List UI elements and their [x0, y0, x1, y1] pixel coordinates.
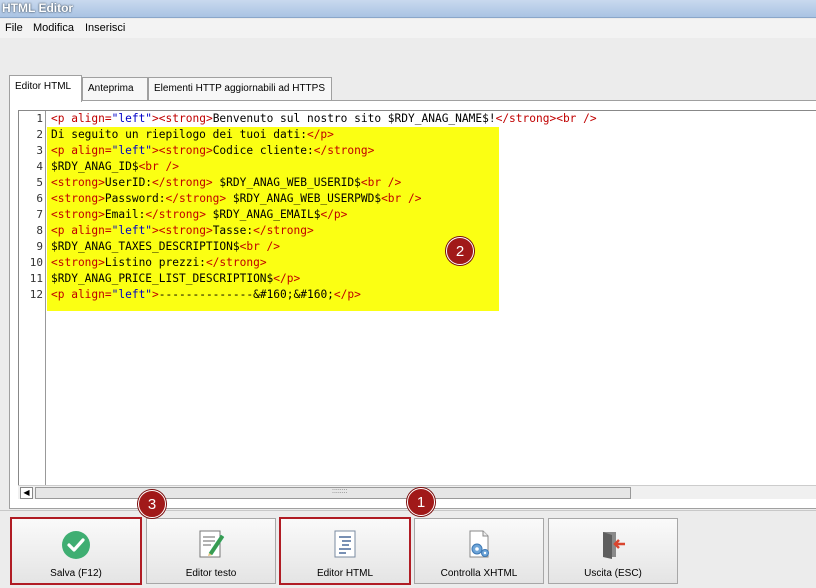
save-button-label: Salva (F12): [50, 568, 102, 579]
line-number: 1: [36, 112, 43, 125]
scrollbar-thumb[interactable]: ::::::::: [35, 487, 631, 499]
menu-inserisci[interactable]: Inserisci: [85, 22, 125, 34]
annotation-badge-3: 3: [138, 490, 166, 518]
document-gear-icon: [469, 530, 489, 558]
code-line[interactable]: $RDY_ANAG_ID$<br />: [51, 159, 179, 175]
line-number: 2: [36, 128, 43, 141]
line-number: 10: [29, 256, 43, 269]
annotation-badge-1: 1: [407, 488, 435, 516]
code-line[interactable]: <p align="left"><strong>Benvenuto sul no…: [51, 111, 597, 127]
exit-button[interactable]: Uscita (ESC): [548, 518, 678, 584]
line-number: 4: [36, 160, 43, 173]
menu-bar: File Modifica Inserisci: [0, 19, 816, 38]
annotation-badge-2: 2: [446, 237, 474, 265]
code-line[interactable]: <strong>UserID:</strong> $RDY_ANAG_WEB_U…: [51, 175, 401, 191]
save-button[interactable]: Salva (F12): [10, 517, 142, 585]
text-editor-button[interactable]: Editor testo: [146, 518, 276, 584]
code-editor[interactable]: 1 2 3 4 5 6 7 8 9 10 11 12 <p align="left"><strong>…: [18, 110, 816, 485]
scroll-left-arrow-icon[interactable]: ◀: [20, 487, 33, 499]
line-number: 12: [29, 288, 43, 301]
title-bar: HTML Editor: [0, 0, 816, 18]
code-line[interactable]: <strong>Listino prezzi:</strong>: [51, 255, 267, 271]
html-editor-icon: [334, 530, 356, 558]
code-line[interactable]: <p align="left"><strong>Codice cliente:<…: [51, 143, 374, 159]
menu-file[interactable]: File: [5, 22, 23, 34]
code-line[interactable]: Di seguito un riepilogo dei tuoi dati:</…: [51, 127, 334, 143]
check-xhtml-button-label: Controlla XHTML: [440, 568, 518, 579]
exit-door-icon: [603, 532, 625, 559]
text-editor-button-label: Editor testo: [185, 568, 237, 579]
tab-anteprima[interactable]: Anteprima: [82, 77, 148, 101]
html-editor-button-label: Editor HTML: [316, 568, 374, 579]
exit-button-label: Uscita (ESC): [584, 568, 642, 579]
menu-modifica[interactable]: Modifica: [33, 22, 74, 34]
check-circle-icon: [62, 531, 90, 559]
code-line[interactable]: <strong>Email:</strong> $RDY_ANAG_EMAIL$…: [51, 207, 347, 223]
line-number: 7: [36, 208, 43, 221]
code-line[interactable]: <p align="left"><strong>Tasse:</strong>: [51, 223, 314, 239]
check-xhtml-button[interactable]: Controlla XHTML: [414, 518, 544, 584]
line-number: 6: [36, 192, 43, 205]
line-number: 8: [36, 224, 43, 237]
code-line[interactable]: <strong>Password:</strong> $RDY_ANAG_WEB…: [51, 191, 421, 207]
tab-editor-html[interactable]: Editor HTML: [9, 75, 82, 102]
line-number: 11: [29, 272, 43, 285]
html-editor-button[interactable]: Editor HTML: [279, 517, 411, 585]
window-title: HTML Editor: [2, 1, 74, 15]
line-number: 9: [36, 240, 43, 253]
code-line[interactable]: $RDY_ANAG_TAXES_DESCRIPTION$<br />: [51, 239, 280, 255]
tab-elementi-http[interactable]: Elementi HTTP aggiornabili ad HTTPS: [148, 77, 332, 101]
text-editor-icon: [199, 530, 225, 558]
line-number: 5: [36, 176, 43, 189]
code-line[interactable]: <p align="left">--------------&#160;&#16…: [51, 287, 361, 303]
code-line[interactable]: $RDY_ANAG_PRICE_LIST_DESCRIPTION$</p>: [51, 271, 300, 287]
scrollbar-grip-icon: ::::::::: [332, 488, 348, 495]
line-number: 3: [36, 144, 43, 157]
